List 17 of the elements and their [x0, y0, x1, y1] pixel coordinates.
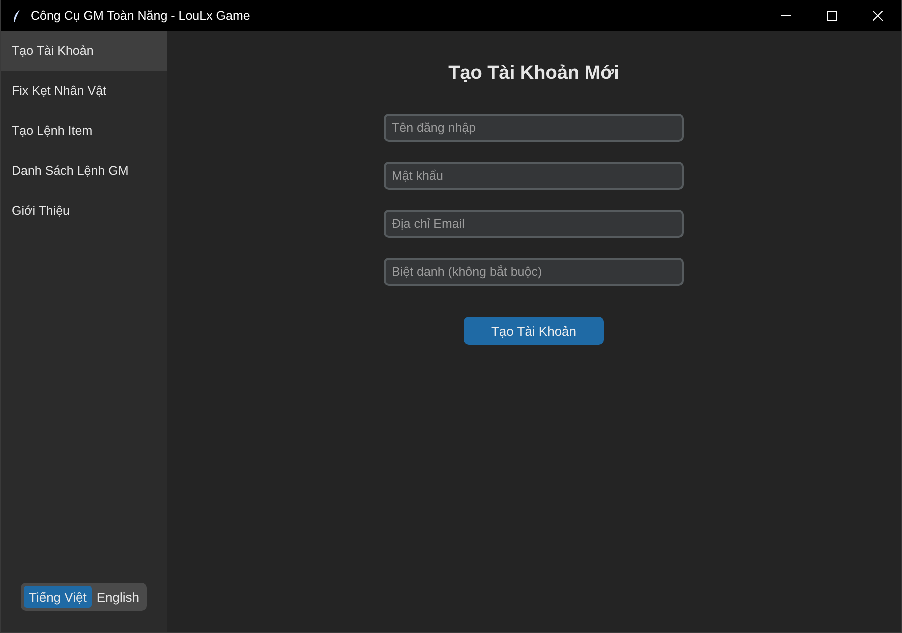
sidebar-item[interactable]: Fix Kẹt Nhân Vật	[1, 71, 167, 111]
sidebar-item[interactable]: Giới Thiệu	[1, 191, 167, 231]
input-field[interactable]: Biệt danh (không bắt buộc)	[384, 258, 684, 286]
create-account-button[interactable]: Tạo Tài Khoản	[464, 317, 604, 345]
sidebar-item[interactable]: Tạo Lệnh Item	[1, 111, 167, 151]
input-field[interactable]: Địa chỉ Email	[384, 210, 684, 238]
input-field[interactable]: Tên đăng nhập	[384, 114, 684, 142]
close-icon	[873, 10, 883, 20]
form-title: Tạo Tài Khoản Mới	[448, 63, 620, 85]
input-field[interactable]: Mật khẩu	[384, 162, 684, 190]
feather-icon	[13, 10, 21, 22]
window-title: Công Cụ GM Toàn Năng - LouLx Game	[31, 8, 252, 22]
maximize-icon	[827, 10, 837, 20]
language-option[interactable]: English	[92, 586, 144, 608]
language-option[interactable]: Tiếng Việt	[24, 586, 92, 608]
sidebar-item[interactable]: Tạo Tài Khoản	[1, 31, 167, 71]
sidebar-item[interactable]: Danh Sách Lệnh GM	[1, 151, 167, 191]
